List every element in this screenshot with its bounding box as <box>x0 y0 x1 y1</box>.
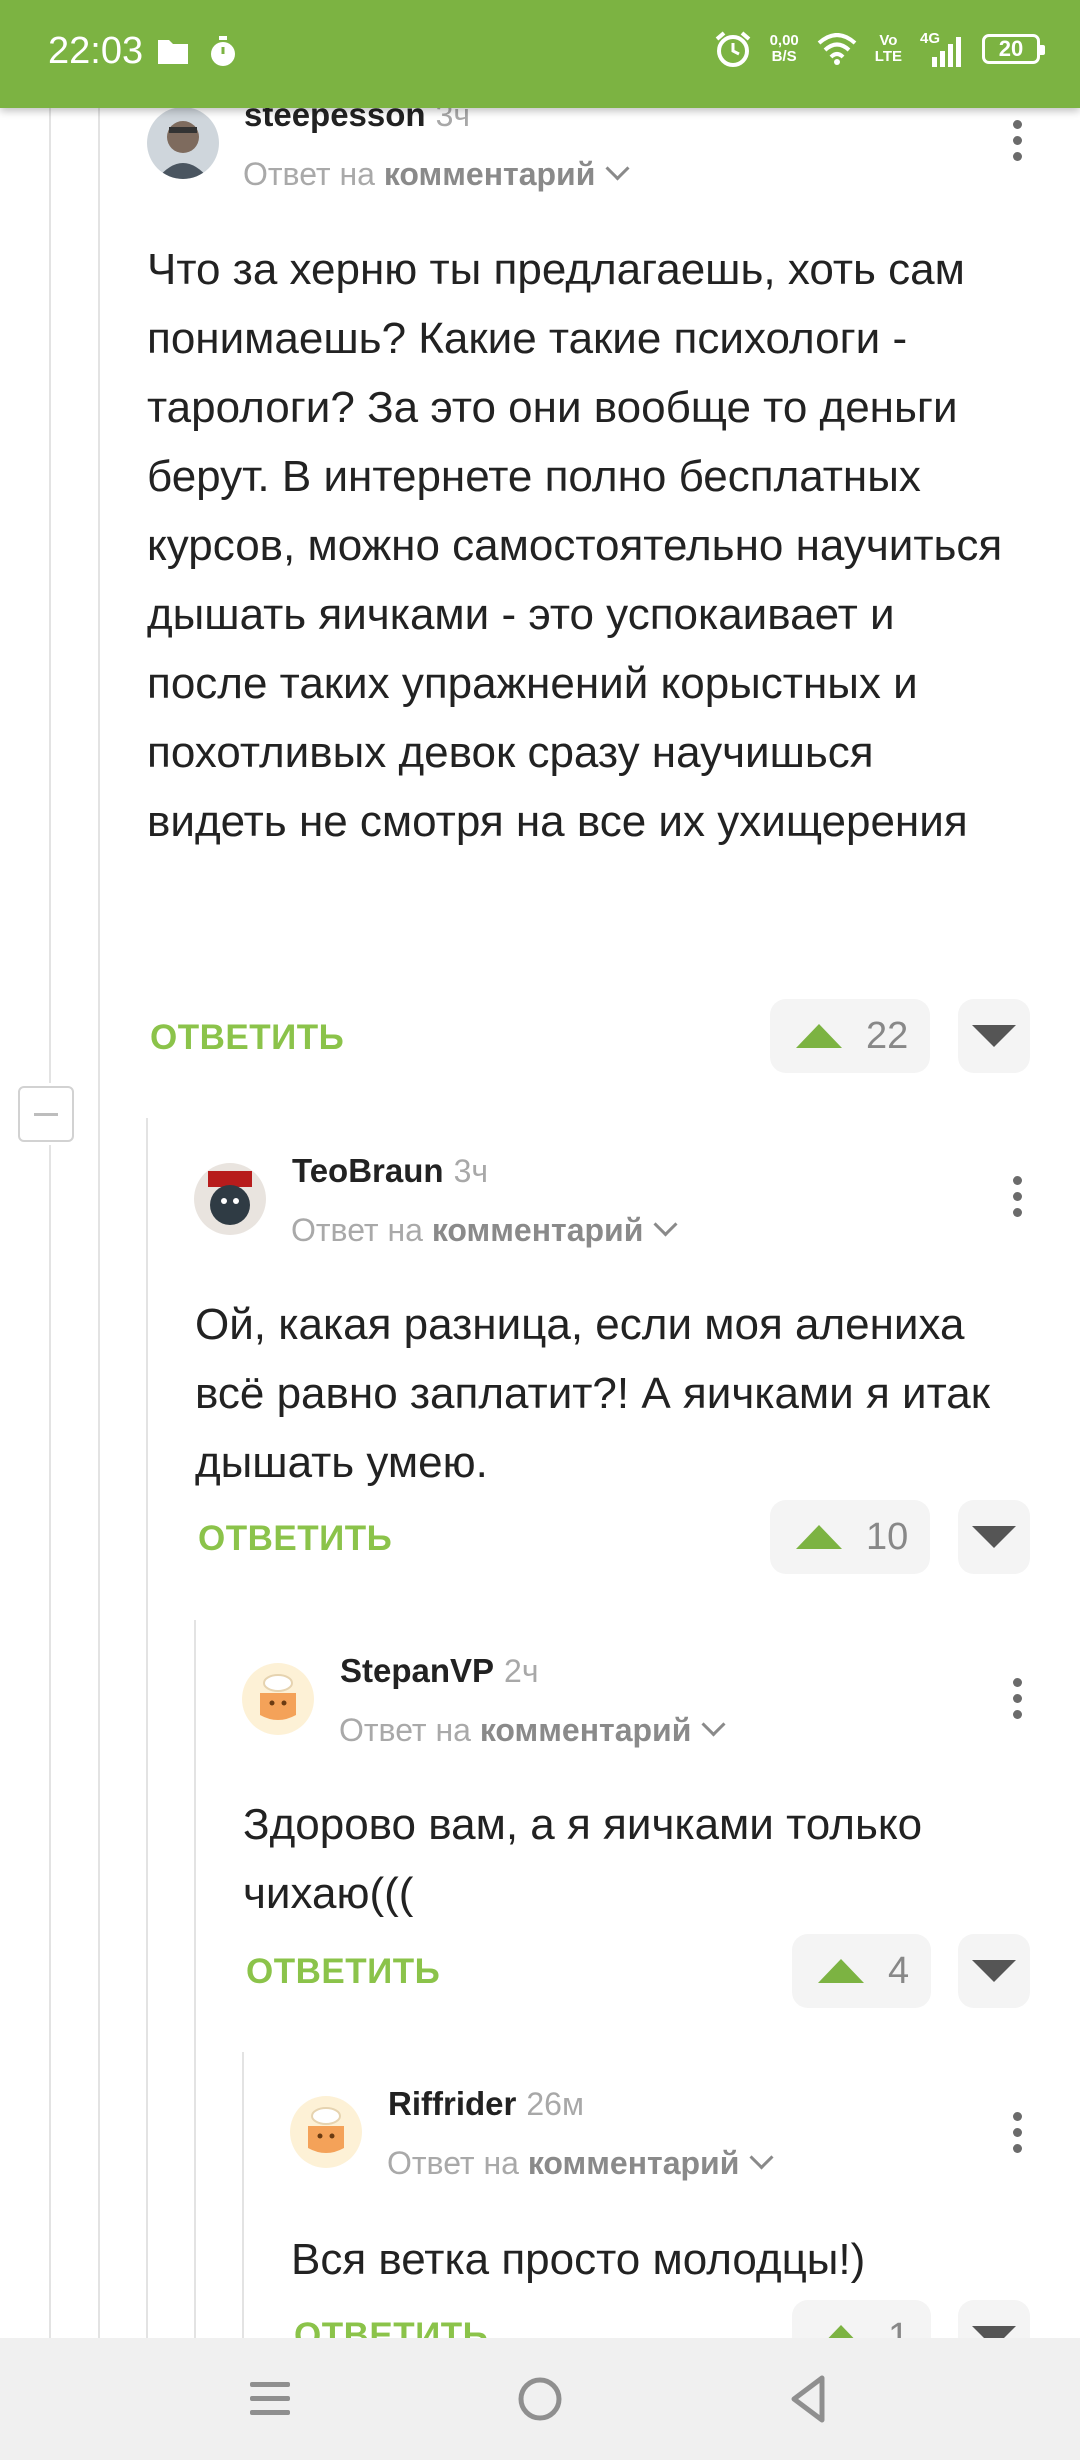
status-right-icons: 0,00 B/S Vo LTE 4G 20 <box>714 30 1045 68</box>
avatar[interactable] <box>290 2096 362 2168</box>
volte-top: Vo <box>879 32 898 49</box>
status-bar: 22:03 0,00 B/S Vo LTE 4G 20 <box>0 0 1080 108</box>
battery-level: 20 <box>998 36 1024 61</box>
reply-to-link[interactable]: Ответ на комментарий <box>387 2145 774 2182</box>
comment-text: Вся ветка просто молодцы!) <box>291 2235 866 2284</box>
upvote-icon <box>818 2325 864 2338</box>
folder-icon <box>158 40 188 64</box>
reply-button[interactable]: ОТВЕТИТЬ <box>294 2316 488 2338</box>
comment-time: 26м <box>526 2086 584 2122</box>
downvote-icon <box>972 2326 1016 2338</box>
reply-to-target[interactable]: комментарий <box>528 2145 740 2181</box>
status-left-icons <box>156 36 238 68</box>
author-name[interactable]: Riffrider <box>388 2085 516 2122</box>
battery-icon: 20 <box>982 34 1045 64</box>
wifi-icon <box>817 33 857 65</box>
navigation-bar <box>0 2338 1080 2460</box>
more-options-icon[interactable] <box>997 2102 1037 2162</box>
upvote-button[interactable]: 1 <box>792 2300 932 2339</box>
menu-icon[interactable] <box>236 2364 306 2434</box>
net-speed: 0,00 B/S <box>770 33 799 65</box>
alarm-icon <box>715 31 750 67</box>
home-icon[interactable] <box>505 2364 575 2434</box>
signal-icon <box>932 37 961 67</box>
vote-count: 1 <box>888 2315 910 2339</box>
volte-indicator: Vo LTE <box>875 33 902 65</box>
net-speed-value: 0,00 <box>769 32 799 49</box>
signal-indicator: 4G <box>920 31 964 67</box>
chevron-down-icon[interactable] <box>749 2145 774 2170</box>
downvote-button[interactable] <box>958 2300 1030 2338</box>
status-time: 22:03 <box>48 30 144 72</box>
comment: Riffrider 26м Ответ на комментарий Вся ве… <box>0 0 1080 2338</box>
reply-to-prefix: Ответ на <box>387 2145 519 2181</box>
net-speed-unit: B/S <box>771 48 797 65</box>
back-icon[interactable] <box>774 2364 844 2434</box>
timer-icon <box>211 36 235 66</box>
comment-author[interactable]: Riffrider 26м <box>388 2085 584 2123</box>
volte-bottom: LTE <box>874 48 902 65</box>
